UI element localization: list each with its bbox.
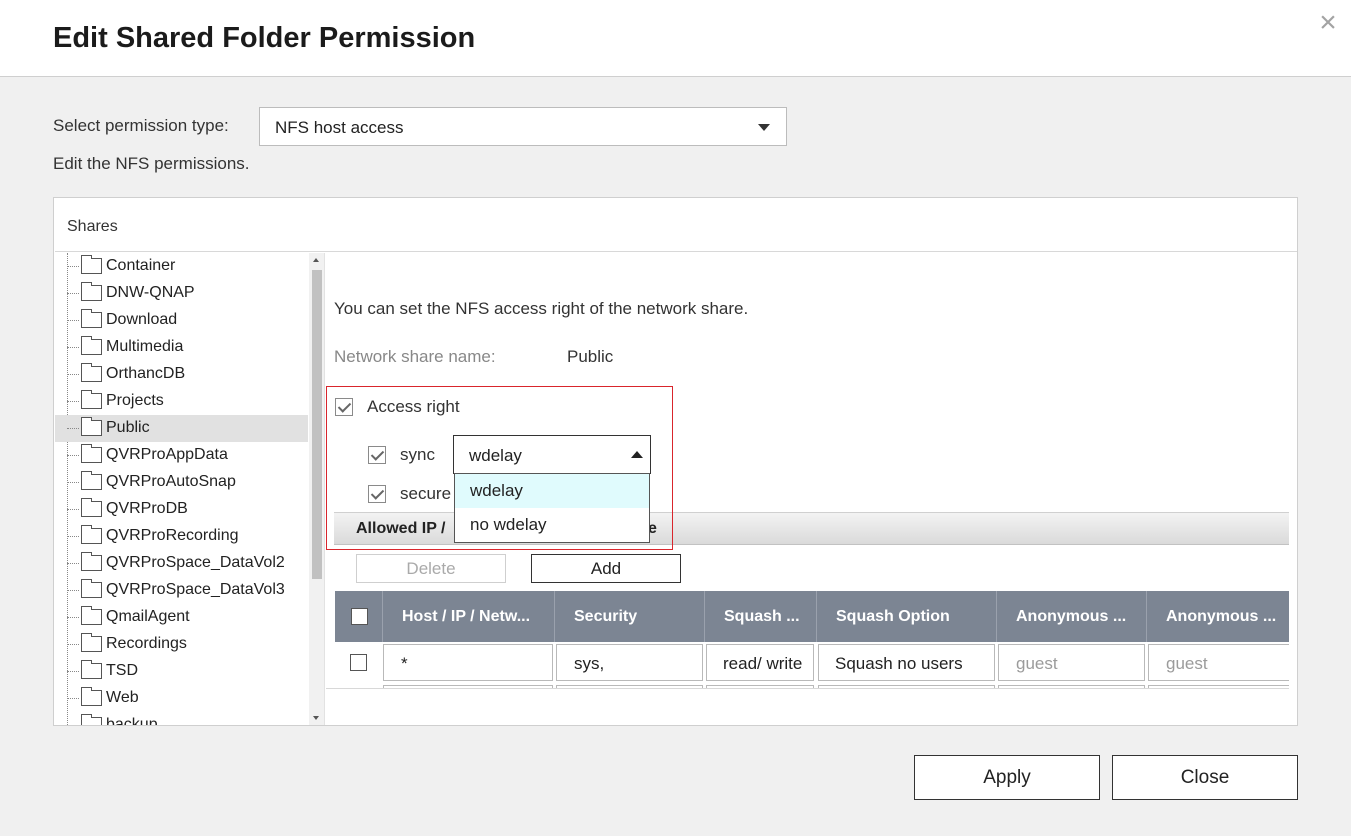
permission-type-value: NFS host access [275, 118, 404, 137]
chevron-up-icon [631, 451, 643, 458]
folder-icon [81, 471, 102, 490]
folder-icon [81, 606, 102, 625]
folder-icon [81, 498, 102, 517]
scroll-up-icon[interactable] [313, 258, 319, 262]
scroll-thumb[interactable] [312, 270, 322, 579]
folder-icon [81, 336, 102, 355]
folder-icon [81, 633, 102, 652]
tree-item[interactable]: Projects [55, 388, 308, 415]
security-input[interactable]: sys, [556, 644, 703, 681]
tree-item[interactable]: backup [55, 712, 308, 725]
tree-scrollbar[interactable] [309, 253, 324, 725]
nfs-info-text: You can set the NFS access right of the … [334, 299, 749, 318]
add-button[interactable]: Add [531, 554, 681, 583]
permission-type-select[interactable]: NFS host access [259, 107, 787, 146]
folder-icon [81, 309, 102, 328]
tree-item[interactable]: QVRProSpace_DataVol3 [55, 577, 308, 604]
folder-icon [81, 687, 102, 706]
table-header: Host / IP / Netw... Security Squash ... … [335, 591, 1289, 642]
sync-select[interactable]: wdelay [453, 435, 651, 474]
dialog-title: Edit Shared Folder Permission [53, 22, 476, 54]
share-name-label: Network share name: [334, 347, 496, 366]
access-right-label: Access right [367, 397, 460, 416]
anonymous-gid-input[interactable]: guest [1148, 644, 1289, 681]
tree-item[interactable]: QVRProRecording [55, 523, 308, 550]
tree-item[interactable]: DNW-QNAP [55, 280, 308, 307]
shares-tree: Container DNW-QNAP Download Multimedia O… [55, 253, 325, 725]
dropdown-option-no-wdelay[interactable]: no wdelay [455, 508, 649, 542]
tree-item[interactable]: TSD [55, 658, 308, 685]
tree-item[interactable]: Container [55, 253, 308, 280]
folder-icon [81, 714, 102, 725]
select-all-column [335, 591, 383, 642]
dialog-header: Edit Shared Folder Permission × [0, 0, 1351, 77]
tree-item[interactable]: QVRProDB [55, 496, 308, 523]
shares-header-label: Shares [67, 218, 118, 235]
folder-icon [81, 417, 102, 436]
tree-item[interactable]: Web [55, 685, 308, 712]
tree-item[interactable]: Download [55, 307, 308, 334]
shares-header: Shares [55, 199, 1297, 252]
secure-checkbox[interactable] [368, 485, 386, 503]
scroll-down-icon[interactable] [313, 716, 319, 720]
sync-dropdown-list: wdelay no wdelay [454, 473, 650, 543]
tree-item[interactable]: OrthancDB [55, 361, 308, 388]
row-checkbox[interactable] [350, 654, 367, 671]
chevron-down-icon [758, 124, 770, 131]
permission-type-label: Select permission type: [53, 116, 229, 135]
anonymous-uid-input[interactable]: guest [998, 644, 1145, 681]
close-icon[interactable]: × [1314, 8, 1342, 38]
tree-item-selected[interactable]: Public [55, 415, 308, 442]
delete-button[interactable]: Delete [356, 554, 506, 583]
select-all-checkbox[interactable] [351, 608, 368, 625]
access-right-checkbox[interactable] [335, 398, 353, 416]
table-bottom-divider [326, 688, 1289, 689]
folder-icon [81, 282, 102, 301]
folder-icon [81, 363, 102, 382]
tree-item[interactable]: Multimedia [55, 334, 308, 361]
folder-icon [81, 552, 102, 571]
column-header-anonymous-uid[interactable]: Anonymous ... [997, 591, 1147, 642]
folder-icon [81, 255, 102, 274]
folder-icon [81, 444, 102, 463]
column-header-anonymous-gid[interactable]: Anonymous ... [1147, 591, 1289, 642]
allowed-hosts-table: Host / IP / Netw... Security Squash ... … [335, 591, 1289, 689]
squash-option-select[interactable]: Squash no users [818, 644, 995, 681]
apply-button[interactable]: Apply [914, 755, 1100, 800]
tree-item[interactable]: Recordings [55, 631, 308, 658]
tree-item[interactable]: QVRProAppData [55, 442, 308, 469]
column-header-security[interactable]: Security [555, 591, 705, 642]
tree-item[interactable]: QVRProAutoSnap [55, 469, 308, 496]
host-input[interactable]: * [383, 644, 553, 681]
column-header-squash-option[interactable]: Squash Option [817, 591, 997, 642]
permission-description: Edit the NFS permissions. [53, 154, 250, 173]
share-name-value: Public [567, 347, 614, 366]
squash-input[interactable]: read/ write [706, 644, 814, 681]
sync-checkbox[interactable] [368, 446, 386, 464]
permission-panel: Shares Container DNW-QNAP Download Multi… [53, 197, 1298, 726]
nfs-settings-pane: You can set the NFS access right of the … [326, 253, 1289, 725]
sync-label: sync [400, 445, 435, 464]
folder-icon [81, 525, 102, 544]
secure-label: secure [400, 484, 452, 503]
dropdown-option-wdelay[interactable]: wdelay [455, 474, 649, 508]
column-header-host[interactable]: Host / IP / Netw... [383, 591, 555, 642]
table-row: * sys, read/ write Squash no users guest… [335, 642, 1289, 685]
column-header-squash[interactable]: Squash ... [705, 591, 817, 642]
allowed-ip-label: Allowed IP / [356, 520, 446, 537]
tree-item[interactable]: QmailAgent [55, 604, 308, 631]
folder-icon [81, 660, 102, 679]
folder-icon [81, 390, 102, 409]
tree-item[interactable]: QVRProSpace_DataVol2 [55, 550, 308, 577]
close-button[interactable]: Close [1112, 755, 1298, 800]
sync-select-value: wdelay [469, 446, 522, 465]
folder-icon [81, 579, 102, 598]
